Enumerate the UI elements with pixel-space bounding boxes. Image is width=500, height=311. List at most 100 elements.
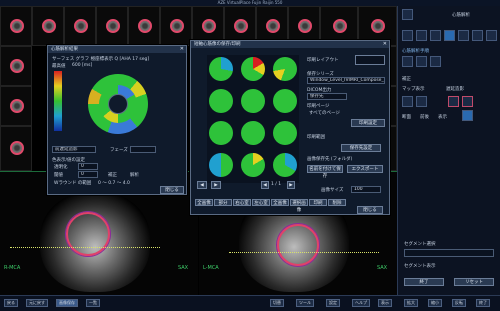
tool-icon[interactable]	[458, 30, 469, 41]
page-prev-button[interactable]: ◀	[261, 181, 269, 189]
color-scale-bar	[54, 71, 62, 131]
tool-icon[interactable]	[402, 30, 413, 41]
toolbar-button[interactable]: 戻る	[4, 299, 18, 307]
thumbnail[interactable]	[96, 6, 128, 46]
layout-label: 印刷レイアウト	[307, 58, 339, 63]
print-value: すべてのページ	[309, 111, 340, 116]
toolbar-button[interactable]: 設定	[326, 299, 340, 307]
segment-label: セグメント表示	[404, 264, 436, 269]
bottom-toolbar: 戻る 元に戻す 画像保存 一覧 切替 ツール 設定 ヘルプ 表示 拡大 縮小 反…	[0, 295, 500, 311]
thumbnail[interactable]	[0, 6, 32, 46]
phase-label: フェーズ	[110, 148, 128, 153]
thumbnail[interactable]	[0, 126, 32, 171]
layout-icon[interactable]	[355, 55, 385, 65]
dialog-title: 短軸心筋像の保存/印刷	[191, 41, 389, 48]
reset-button[interactable]: リセット	[454, 278, 494, 286]
save-as-button[interactable]: 名前を付けて保存	[307, 165, 343, 179]
series-field[interactable]: Window_Level_IVIMRI_Compose_IWM	[307, 77, 385, 84]
ring-icon[interactable]	[448, 96, 459, 107]
ring-icon[interactable]	[462, 96, 473, 107]
check2-label[interactable]: 解析	[130, 172, 139, 178]
segment-title: セグメント選択	[404, 242, 436, 247]
label-b: 前後	[420, 115, 429, 120]
panel-top-label: 心筋解析	[452, 13, 470, 18]
close-icon[interactable]: ✕	[383, 41, 387, 48]
tool-icon[interactable]	[430, 30, 441, 41]
view-tag: SAX	[377, 265, 388, 271]
tab-button[interactable]: 削除	[328, 199, 346, 206]
toolbar-button[interactable]: 反転	[452, 299, 466, 307]
map-icon[interactable]	[416, 96, 427, 107]
section-label: 遅延造影	[446, 87, 464, 92]
bullseye-dialog[interactable]: 心筋解析結果 ✕ サーフェス グラフ 極座標表示 Q [AHA 17 seg] …	[47, 45, 187, 195]
thumbnail-dialog[interactable]: 短軸心筋像の保存/印刷 ✕ 印刷レイアウト 保存シリーズ Window_Leve…	[190, 40, 390, 215]
close-button[interactable]: 閉じる	[160, 186, 184, 194]
dicom-field[interactable]: 保存先	[307, 93, 347, 100]
range-value: 0 ～ 0.7 ～ 4.0	[98, 181, 130, 186]
thumbnail[interactable]	[64, 6, 96, 46]
print-settings-button[interactable]: 印刷設定	[351, 119, 385, 127]
step-icon[interactable]	[430, 56, 441, 67]
opt1-field[interactable]: 0	[78, 163, 98, 170]
size-label: 画像サイズ	[321, 188, 344, 193]
thumbnail[interactable]	[128, 6, 160, 46]
contour-ring[interactable]	[277, 224, 319, 266]
toolbar-button[interactable]: 一覧	[86, 299, 100, 307]
dropdown-select[interactable]: 前遅延造影	[52, 146, 96, 153]
map-icon[interactable]	[402, 96, 413, 107]
dialog-title: 心筋解析結果	[48, 46, 186, 53]
toolbar-button[interactable]: ツール	[296, 299, 314, 307]
toolbar-button[interactable]: 終了	[476, 299, 490, 307]
toolbar-button[interactable]: ヘルプ	[352, 299, 370, 307]
toolbar-button[interactable]: 切替	[270, 299, 284, 307]
opt1-label: 透明化	[54, 165, 68, 170]
export-button[interactable]: エクスポート	[347, 165, 383, 173]
view-label: サーフェス グラフ 極座標表示 Q [AHA 17 seg]	[52, 57, 150, 62]
phase-field[interactable]	[130, 146, 156, 153]
step-icon[interactable]	[402, 56, 413, 67]
tool-icon[interactable]	[486, 30, 497, 41]
tab-button[interactable]: 部分	[214, 199, 232, 206]
tab-button[interactable]: 左心室	[252, 199, 270, 206]
section-title: 心筋解析手順	[402, 49, 429, 54]
next-button[interactable]: ▶	[211, 181, 221, 189]
segment-field[interactable]	[404, 249, 494, 257]
thumbnail[interactable]	[0, 86, 32, 126]
bullseye-grid[interactable]	[207, 55, 299, 183]
thumbnail[interactable]	[0, 46, 32, 86]
contour-ring[interactable]	[66, 212, 110, 256]
toolbar-button[interactable]: 表示	[378, 299, 392, 307]
section-label: マップ表示	[402, 87, 425, 92]
opt2-label: 閾値	[54, 173, 63, 178]
prev-button[interactable]: ◀	[197, 181, 207, 189]
toolbar-button[interactable]: 元に戻す	[26, 299, 48, 307]
grid-icon[interactable]	[402, 9, 413, 20]
tab-button[interactable]: 印刷	[309, 199, 327, 206]
check1-label[interactable]: 補正	[108, 172, 117, 178]
save-dir-button[interactable]: 保存先設定	[341, 144, 381, 152]
opt2-field[interactable]: 0	[78, 171, 98, 178]
toolbar-button[interactable]: 画像保存	[56, 299, 78, 307]
view-tag: SAX	[178, 265, 189, 271]
tab-button[interactable]: 選択画像	[290, 199, 308, 213]
thumbnail[interactable]	[160, 6, 192, 46]
toolbar-button[interactable]: 縮小	[428, 299, 442, 307]
page-next-button[interactable]: ▶	[287, 181, 295, 189]
page-label: 印刷範囲	[307, 135, 325, 140]
toolbar-button[interactable]: 拡大	[404, 299, 418, 307]
tab-button[interactable]: 右心室	[233, 199, 251, 206]
end-button[interactable]: 終了	[404, 278, 444, 286]
step-icon[interactable]	[416, 56, 427, 67]
close-icon[interactable]: ✕	[180, 46, 184, 53]
tool-icon[interactable]	[444, 30, 455, 41]
close-button[interactable]: 閉じる	[357, 206, 383, 214]
size-field[interactable]: 100	[351, 186, 381, 193]
tool-icon[interactable]	[472, 30, 483, 41]
tool-icon[interactable]	[416, 30, 427, 41]
view-label: R-MCA	[4, 265, 21, 271]
thumbnail[interactable]	[32, 6, 64, 46]
display-icon[interactable]	[462, 110, 473, 121]
tab-button[interactable]: 全画像	[195, 199, 213, 206]
tab-button[interactable]: 全画像	[271, 199, 289, 206]
guide-line	[10, 247, 160, 248]
